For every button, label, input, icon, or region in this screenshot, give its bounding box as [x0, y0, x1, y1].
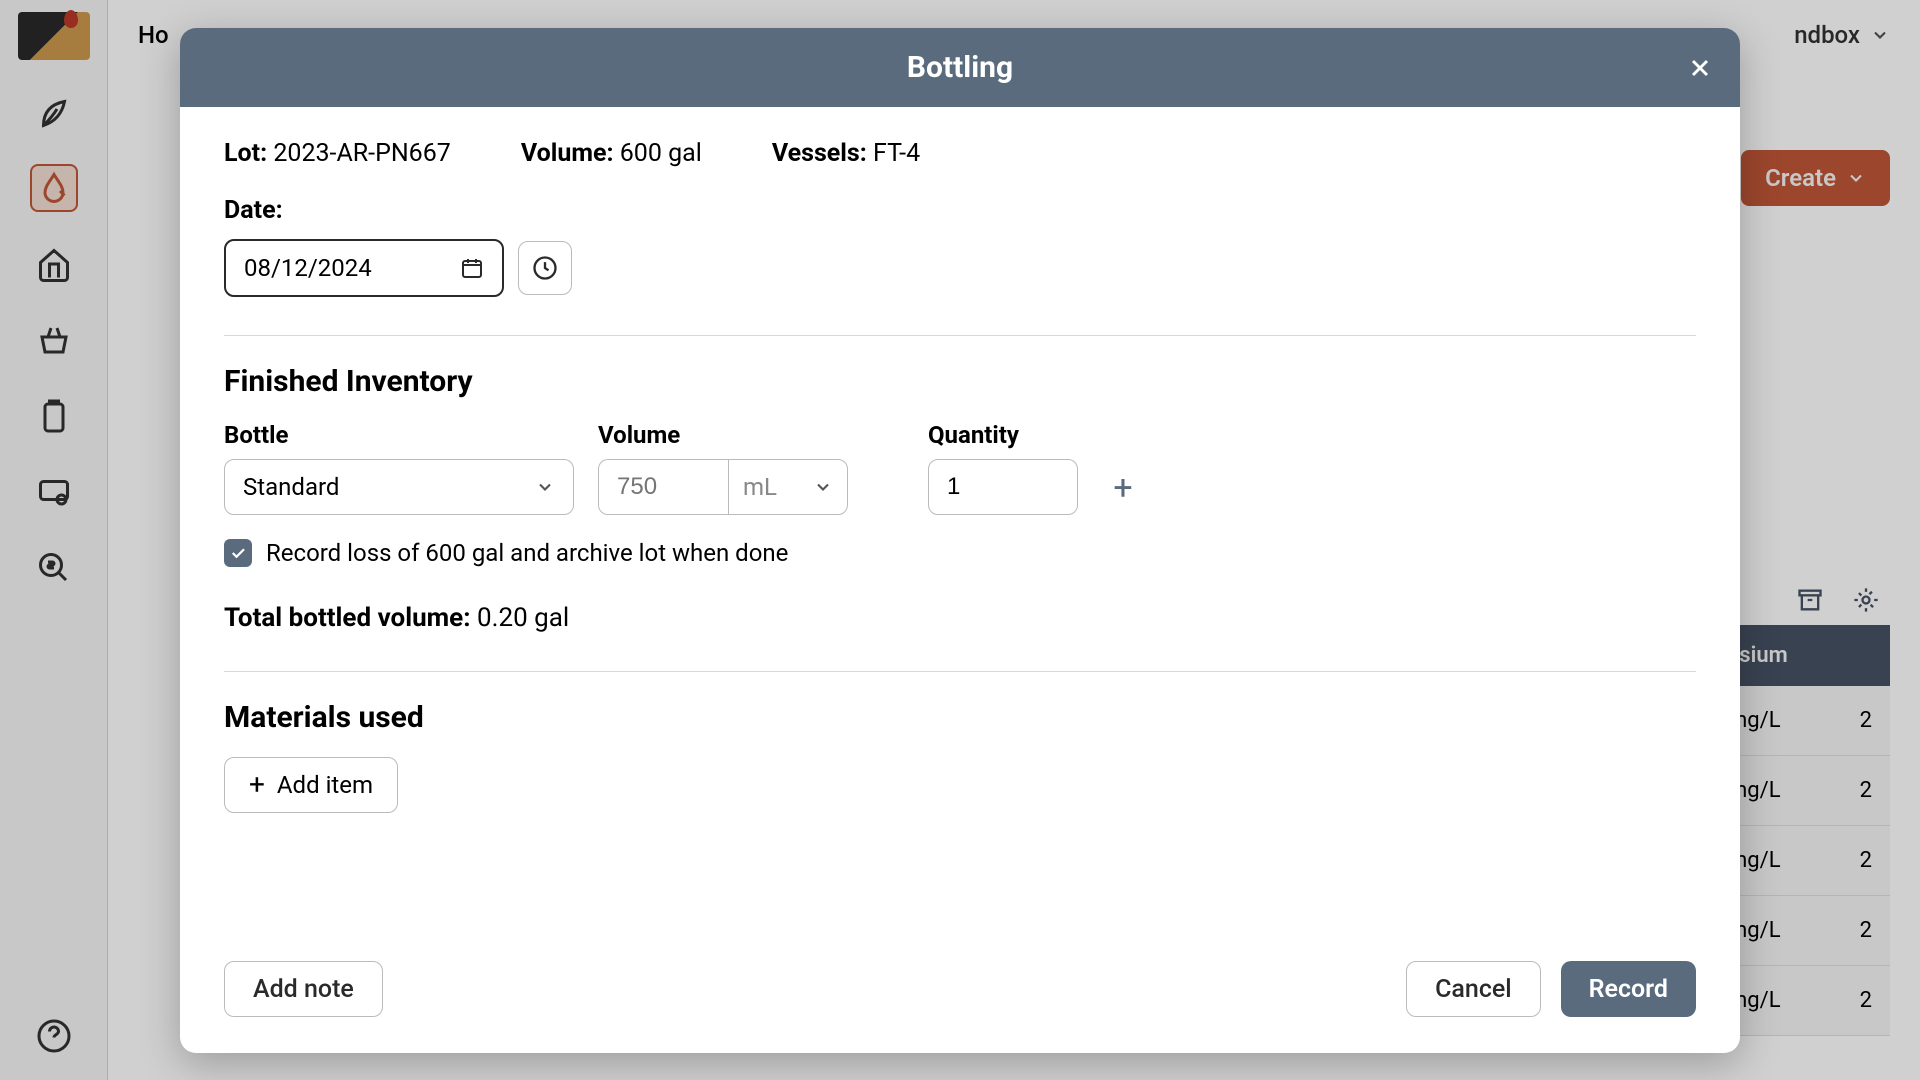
clock-icon — [531, 254, 559, 282]
chevron-down-icon — [813, 477, 833, 497]
record-loss-label: Record loss of 600 gal and archive lot w… — [266, 539, 788, 567]
modal-title: Bottling — [907, 50, 1013, 85]
lot-label: Lot: — [224, 139, 267, 168]
date-label: Date: — [224, 196, 1696, 225]
modal-overlay[interactable]: Bottling Lot: 2023-AR-PN667 Volume: 600 … — [0, 0, 1920, 1080]
unit-value: mL — [743, 473, 777, 501]
date-input[interactable]: 08/12/2024 — [224, 239, 504, 297]
cancel-button[interactable]: Cancel — [1406, 961, 1541, 1017]
vessels-value: FT-4 — [873, 139, 920, 168]
modal-header: Bottling — [180, 28, 1740, 107]
volume-input[interactable] — [598, 459, 728, 515]
add-bottle-row-button[interactable]: + — [1102, 467, 1144, 509]
meta-row: Lot: 2023-AR-PN667 Volume: 600 gal Vesse… — [224, 139, 1696, 168]
volume-label: Volume: — [521, 139, 614, 168]
chevron-down-icon — [535, 477, 555, 497]
plus-icon: + — [249, 771, 265, 799]
finished-inventory-title: Finished Inventory — [224, 364, 1696, 399]
bottle-value: Standard — [243, 473, 339, 501]
fi-volume-label: Volume — [598, 421, 848, 449]
calendar-icon — [460, 256, 484, 280]
unit-select[interactable]: mL — [728, 459, 848, 515]
volume-value: 600 gal — [620, 139, 702, 168]
record-button[interactable]: Record — [1561, 961, 1696, 1017]
vessels-label: Vessels: — [772, 139, 867, 168]
date-value: 08/12/2024 — [244, 254, 372, 282]
divider — [224, 335, 1696, 336]
add-time-button[interactable] — [518, 241, 572, 295]
close-button[interactable] — [1680, 48, 1720, 88]
divider — [224, 671, 1696, 672]
add-item-button[interactable]: + Add item — [224, 757, 398, 813]
bottle-label: Bottle — [224, 421, 574, 449]
total-bottled-value: 0.20 gal — [477, 603, 569, 633]
materials-title: Materials used — [224, 700, 1696, 735]
add-note-button[interactable]: Add note — [224, 961, 383, 1017]
modal-footer: Add note Cancel Record — [180, 961, 1740, 1053]
bottling-modal: Bottling Lot: 2023-AR-PN667 Volume: 600 … — [180, 28, 1740, 1053]
record-loss-checkbox[interactable] — [224, 539, 252, 567]
lot-value: 2023-AR-PN667 — [273, 139, 451, 168]
check-icon — [229, 544, 247, 562]
quantity-label: Quantity — [928, 421, 1078, 449]
close-icon — [1686, 54, 1714, 82]
plus-icon: + — [1113, 468, 1132, 508]
add-item-label: Add item — [277, 771, 373, 799]
quantity-input[interactable] — [928, 459, 1078, 515]
total-bottled-label: Total bottled volume: — [224, 603, 471, 633]
bottle-select[interactable]: Standard — [224, 459, 574, 515]
